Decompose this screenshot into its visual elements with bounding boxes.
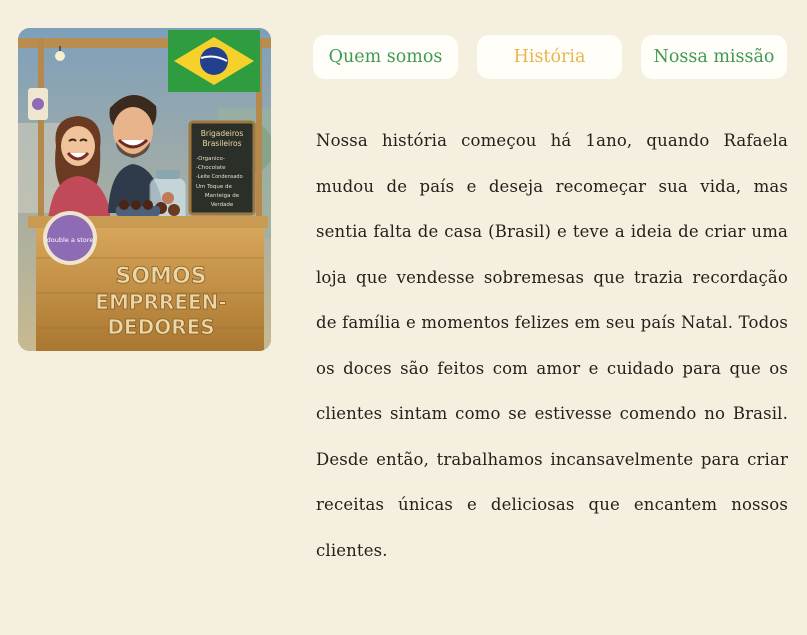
svg-text:Brasileiros: Brasileiros (202, 139, 241, 148)
hero-svg: Brigadeiros Brasileiros -Organico- -Choc… (18, 28, 271, 351)
brazil-flag (168, 30, 260, 92)
svg-text:-Organico-: -Organico- (196, 156, 225, 162)
store-badge: double a store (43, 211, 97, 265)
svg-text:Verdade: Verdade (211, 202, 234, 208)
lamp (55, 51, 65, 61)
svg-text:double a store: double a store (47, 236, 94, 244)
chalkboard-menu: Brigadeiros Brasileiros -Organico- -Choc… (188, 120, 256, 216)
tag-logo-icon (32, 98, 44, 110)
hero-illustration: Brigadeiros Brasileiros -Organico- -Choc… (18, 28, 271, 351)
section-tabs: Quem somos História Nossa missão (313, 35, 789, 81)
svg-text:-Leite Condensado: -Leite Condensado (196, 174, 243, 180)
tab-quem-somos[interactable]: Quem somos (313, 35, 458, 79)
svg-text:Um Toque de: Um Toque de (196, 184, 233, 190)
svg-text:SOMOS: SOMOS (116, 264, 207, 289)
svg-text:Brigadeiros: Brigadeiros (201, 129, 244, 138)
svg-text:DEDORES: DEDORES (107, 315, 214, 339)
svg-text:-Chocolate: -Chocolate (196, 165, 226, 171)
story-paragraph: Nossa história começou há 1ano, quando R… (316, 131, 788, 560)
tab-historia[interactable]: História (477, 35, 622, 79)
tab-nossa-missao[interactable]: Nossa missão (641, 35, 787, 79)
svg-text:EMPRREEN-: EMPRREEN- (95, 290, 226, 314)
svg-text:Manteiga de: Manteiga de (205, 193, 240, 199)
